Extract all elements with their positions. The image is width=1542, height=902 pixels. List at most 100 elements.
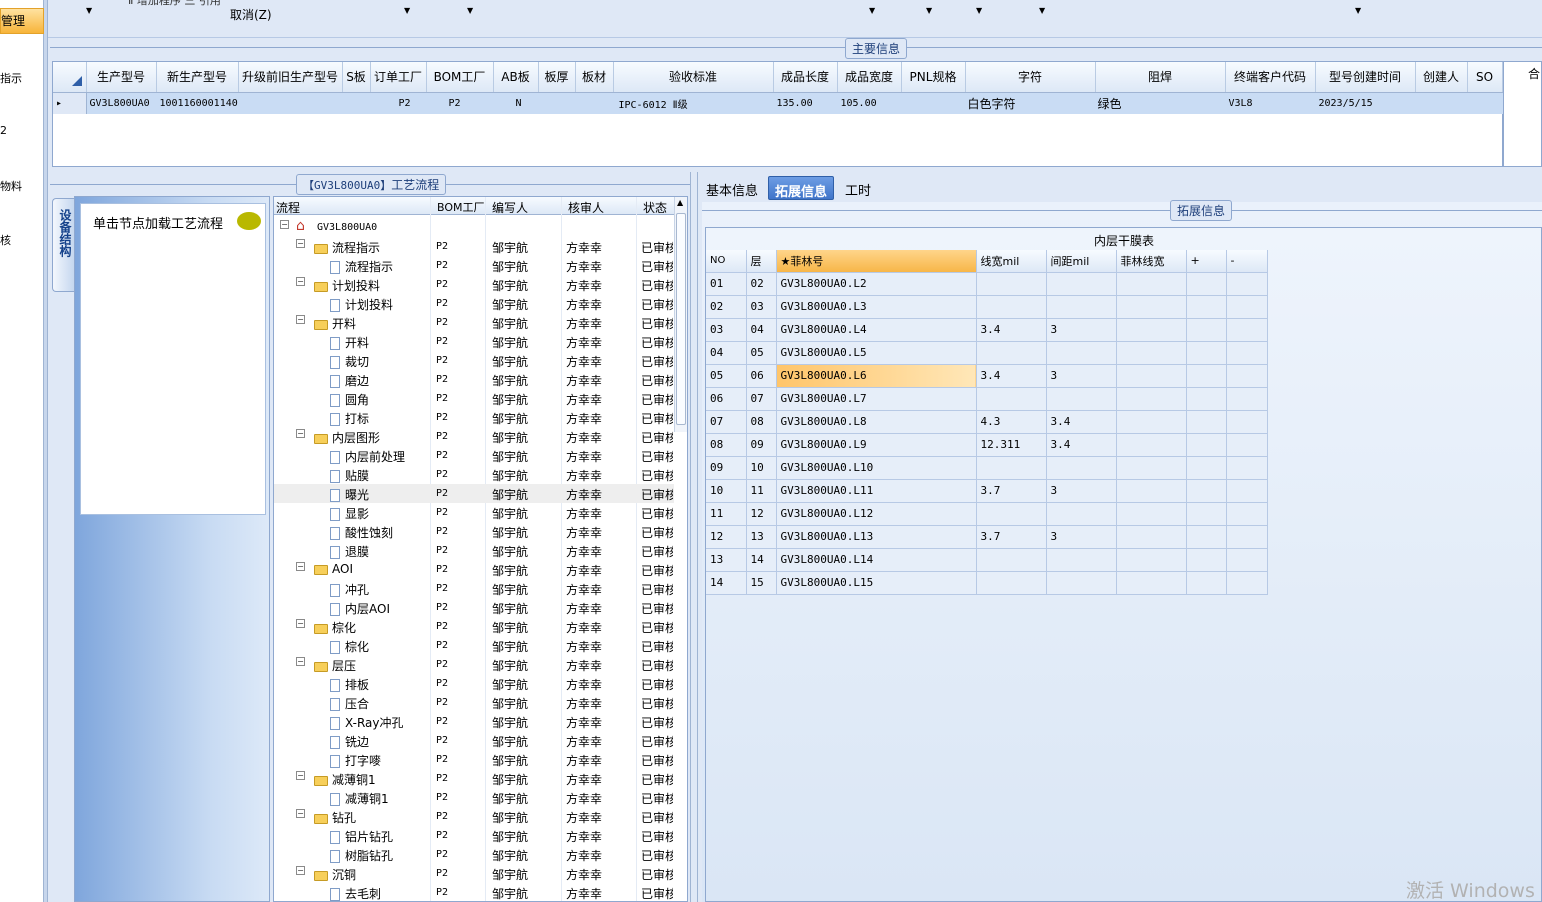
tree-step-row[interactable]: 去毛刺 P2 邹宇航 方幸幸 已审核 — [274, 883, 674, 901]
cell[interactable]: 3.4 — [976, 364, 1047, 388]
cell[interactable]: 10 — [746, 456, 777, 480]
cell[interactable] — [1046, 341, 1117, 365]
cell[interactable] — [1046, 387, 1117, 411]
collapse-icon[interactable]: − — [296, 771, 305, 780]
cell[interactable] — [1116, 479, 1187, 503]
cell[interactable] — [1116, 341, 1187, 365]
cell[interactable]: 12 — [706, 525, 747, 549]
cell[interactable] — [1226, 525, 1268, 549]
cell[interactable] — [1226, 295, 1268, 319]
cell[interactable] — [1226, 456, 1268, 480]
cell[interactable]: GV3L800UA0.L11 — [776, 479, 977, 503]
cell[interactable]: GV3L800UA0 — [86, 92, 157, 114]
speech-bubble-icon[interactable] — [237, 212, 261, 230]
column-header[interactable]: 成品宽度 — [837, 62, 902, 93]
cell[interactable] — [575, 92, 614, 114]
cell[interactable]: GV3L800UA0.L15 — [776, 571, 977, 595]
cell[interactable] — [1116, 387, 1187, 411]
cell[interactable]: 14 — [746, 548, 777, 572]
cell[interactable]: GV3L800UA0.L13 — [776, 525, 977, 549]
column-header[interactable]: BOM工厂 — [426, 62, 494, 93]
cell[interactable] — [976, 341, 1047, 365]
cell[interactable]: 12 — [746, 502, 777, 526]
chevron-down-icon[interactable]: ▼ — [86, 6, 92, 15]
cell[interactable]: 11 — [746, 479, 777, 503]
cell[interactable]: 09 — [746, 433, 777, 457]
cell[interactable]: 09 — [706, 456, 747, 480]
table-row[interactable]: 14 15 GV3L800UA0.L15 — [706, 571, 1268, 595]
nav-item[interactable]: 核 — [0, 232, 44, 248]
cell[interactable] — [1186, 525, 1227, 549]
cell[interactable]: 13 — [746, 525, 777, 549]
collapse-icon[interactable]: − — [296, 657, 305, 666]
cell[interactable] — [1116, 456, 1187, 480]
chevron-down-icon[interactable]: ▼ — [1355, 6, 1361, 15]
tree-step-row[interactable]: 流程指示 P2 邹宇航 方幸幸 已审核 — [274, 256, 674, 275]
table-row[interactable]: 09 10 GV3L800UA0.L10 — [706, 456, 1268, 480]
cell[interactable]: 白色字符 — [965, 92, 1096, 114]
cell[interactable] — [1226, 548, 1268, 572]
table-row[interactable]: 06 07 GV3L800UA0.L7 — [706, 387, 1268, 411]
cell[interactable]: 05 — [746, 341, 777, 365]
tree-step-row[interactable]: 冲孔 P2 邹宇航 方幸幸 已审核 — [274, 579, 674, 598]
nav-item[interactable]: 2 — [0, 124, 44, 137]
cell[interactable] — [1226, 387, 1268, 411]
column-header[interactable]: 层 — [746, 250, 777, 273]
cell[interactable]: GV3L800UA0.L14 — [776, 548, 977, 572]
column-header[interactable]: 创建人 — [1415, 62, 1468, 93]
tree-step-row[interactable]: 显影 P2 邹宇航 方幸幸 已审核 — [274, 503, 674, 522]
cell[interactable] — [976, 387, 1047, 411]
cell[interactable]: 04 — [706, 341, 747, 365]
cell[interactable]: P2 — [426, 92, 494, 114]
cell[interactable] — [1226, 571, 1268, 595]
cell[interactable]: 10011600011408 — [156, 92, 239, 114]
cell[interactable] — [1226, 479, 1268, 503]
column-header[interactable]: 新生产型号 — [156, 62, 239, 93]
collapse-icon[interactable]: − — [296, 277, 305, 286]
cell[interactable] — [1186, 479, 1227, 503]
column-header[interactable]: SO — [1467, 62, 1503, 93]
column-header[interactable]: ★菲林号 — [776, 250, 977, 273]
cell[interactable] — [976, 272, 1047, 296]
cell[interactable]: 3.4 — [976, 318, 1047, 342]
cell[interactable]: 10 — [706, 479, 747, 503]
table-row[interactable]: 02 03 GV3L800UA0.L3 — [706, 295, 1268, 319]
cell[interactable] — [1186, 502, 1227, 526]
column-header[interactable]: 字符 — [965, 62, 1096, 93]
column-header[interactable]: PNL规格 — [901, 62, 966, 93]
cell[interactable]: 07 — [746, 387, 777, 411]
cell[interactable] — [538, 92, 576, 114]
cell[interactable] — [1186, 364, 1227, 388]
tree-step-row[interactable]: 磨边 P2 邹宇航 方幸幸 已审核 — [274, 370, 674, 389]
column-header[interactable]: 核审人 — [568, 199, 604, 216]
cell[interactable]: GV3L800UA0.L6 — [776, 364, 977, 388]
cell[interactable]: 3.4 — [1046, 433, 1117, 457]
collapse-icon[interactable]: − — [296, 315, 305, 324]
tree-step-row[interactable]: 铣边 P2 邹宇航 方幸幸 已审核 — [274, 731, 674, 750]
table-row[interactable]: 01 02 GV3L800UA0.L2 — [706, 272, 1268, 296]
cell[interactable] — [1186, 571, 1227, 595]
tree-step-row[interactable]: X-Ray冲孔 P2 邹宇航 方幸幸 已审核 — [274, 712, 674, 731]
cell[interactable]: 05 — [706, 364, 747, 388]
cell[interactable]: 08 — [746, 410, 777, 434]
cell[interactable] — [1046, 548, 1117, 572]
chevron-down-icon[interactable]: ▼ — [976, 6, 982, 15]
cell[interactable]: 03 — [706, 318, 747, 342]
cell[interactable]: 135.00 — [773, 92, 838, 114]
cell[interactable] — [1116, 318, 1187, 342]
cell[interactable] — [1186, 295, 1227, 319]
cell[interactable] — [1226, 433, 1268, 457]
cell[interactable]: 13 — [706, 548, 747, 572]
cell[interactable]: 08 — [706, 433, 747, 457]
cell[interactable]: 4.3 — [976, 410, 1047, 434]
cell[interactable]: 03 — [746, 295, 777, 319]
tree-root-row[interactable]: − ⌂ GV3L800UA0 — [274, 218, 674, 237]
table-row[interactable]: 11 12 GV3L800UA0.L12 — [706, 502, 1268, 526]
tree-folder-row[interactable]: − 减薄铜1 P2 邹宇航 方幸幸 已审核 — [274, 769, 674, 788]
tree-step-row[interactable]: 树脂钻孔 P2 邹宇航 方幸幸 已审核 — [274, 845, 674, 864]
cell[interactable]: GV3L800UA0.L2 — [776, 272, 977, 296]
cell[interactable] — [1186, 387, 1227, 411]
cell[interactable]: 06 — [746, 364, 777, 388]
column-header[interactable]: 升级前旧生产型号 — [238, 62, 343, 93]
column-header[interactable]: 流程 — [276, 199, 300, 216]
